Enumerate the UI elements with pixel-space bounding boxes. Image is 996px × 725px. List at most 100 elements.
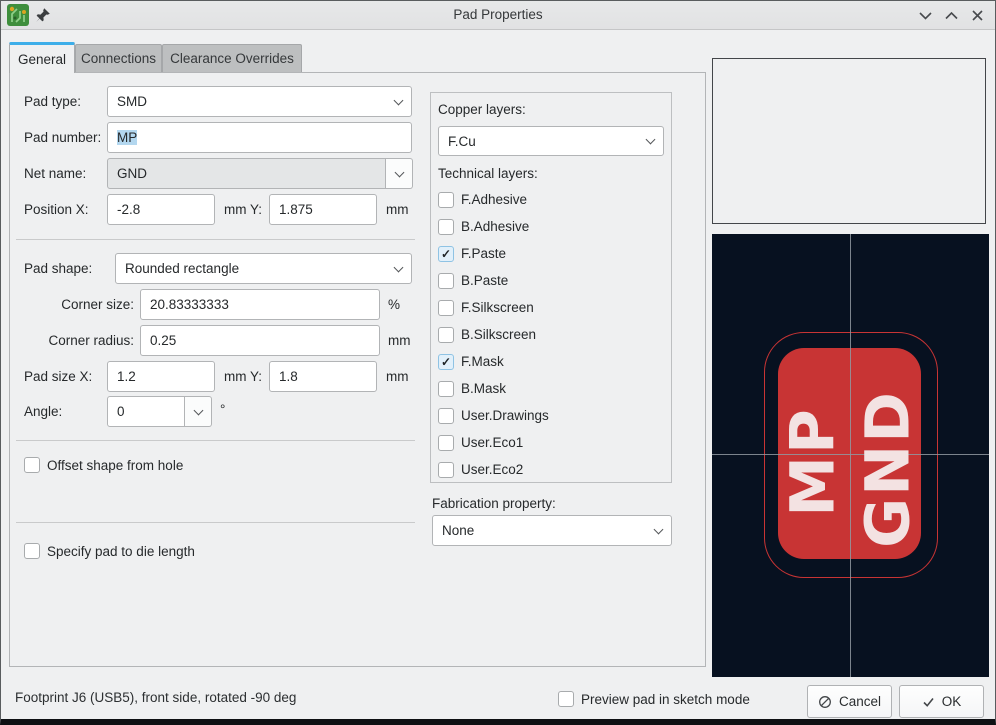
layer-label: F.Paste bbox=[461, 246, 506, 261]
angle-value[interactable]: 0 bbox=[107, 396, 185, 427]
net-name-combo[interactable]: GND bbox=[107, 158, 413, 189]
corner-radius-input[interactable]: 0.25 bbox=[140, 325, 380, 356]
chevron-down-icon bbox=[654, 524, 664, 534]
footprint-status-text: Footprint J6 (USB5), front side, rotated… bbox=[15, 690, 296, 705]
layer-label: User.Eco2 bbox=[461, 462, 523, 477]
position-y-input[interactable]: 1.875 bbox=[269, 194, 377, 225]
layer-checkbox-row[interactable]: B.Adhesive bbox=[438, 213, 668, 240]
pad-size-y-input[interactable]: 1.8 bbox=[269, 361, 377, 392]
ok-button[interactable]: OK bbox=[899, 685, 984, 718]
die-length-checkbox[interactable] bbox=[24, 543, 40, 559]
pad-shape-value: Rounded rectangle bbox=[125, 261, 395, 276]
layer-checkbox[interactable] bbox=[438, 273, 454, 289]
pad-size-y-unit: mm bbox=[386, 369, 409, 384]
layer-label: B.Mask bbox=[461, 381, 506, 396]
offset-shape-checkbox-row[interactable]: Offset shape from hole bbox=[24, 457, 183, 473]
angle-dropdown-button[interactable] bbox=[185, 396, 212, 427]
layer-checkbox-row[interactable]: B.Silkscreen bbox=[438, 321, 668, 348]
layer-checkbox-row[interactable]: B.Mask bbox=[438, 375, 668, 402]
titlebar[interactable]: Pad Properties bbox=[1, 1, 995, 30]
tab-connections[interactable]: Connections bbox=[75, 44, 162, 72]
corner-size-label: Corner size: bbox=[24, 297, 134, 312]
layer-checkbox[interactable] bbox=[438, 192, 454, 208]
layer-checkbox[interactable] bbox=[438, 408, 454, 424]
cancel-button[interactable]: Cancel bbox=[807, 685, 892, 718]
chevron-down-icon bbox=[394, 95, 404, 105]
layer-label: F.Mask bbox=[461, 354, 504, 369]
net-name-value[interactable]: GND bbox=[107, 158, 386, 189]
pad-shape-label: Pad shape: bbox=[24, 261, 92, 276]
layer-checkbox-row[interactable]: F.Paste bbox=[438, 240, 668, 267]
pad-preview-canvas[interactable]: MP GND bbox=[712, 234, 989, 677]
layer-label: F.Silkscreen bbox=[461, 300, 534, 315]
pad-shape-select[interactable]: Rounded rectangle bbox=[115, 253, 412, 284]
fabrication-property-label: Fabrication property: bbox=[432, 496, 556, 511]
position-x-input[interactable]: -2.8 bbox=[107, 194, 215, 225]
angle-unit: ° bbox=[220, 402, 225, 417]
layer-checkbox-row[interactable]: F.Silkscreen bbox=[438, 294, 668, 321]
pad-type-label: Pad type: bbox=[24, 94, 81, 109]
ok-check-icon bbox=[922, 696, 935, 708]
close-icon[interactable] bbox=[970, 8, 985, 23]
corner-radius-unit: mm bbox=[388, 333, 411, 348]
copper-layers-value: F.Cu bbox=[448, 134, 647, 149]
layer-checkbox[interactable] bbox=[438, 327, 454, 343]
shade-icon[interactable] bbox=[918, 8, 933, 23]
pad-size-x-value: 1.2 bbox=[117, 369, 205, 384]
tab-general[interactable]: General bbox=[9, 42, 75, 73]
separator bbox=[16, 522, 415, 523]
pad-size-x-input[interactable]: 1.2 bbox=[107, 361, 215, 392]
sketch-mode-checkbox-row[interactable]: Preview pad in sketch mode bbox=[558, 691, 750, 707]
layer-checkbox[interactable] bbox=[438, 462, 454, 478]
layer-checkbox-row[interactable]: F.Adhesive bbox=[438, 186, 668, 213]
chevron-down-icon bbox=[193, 405, 203, 415]
offset-shape-label: Offset shape from hole bbox=[47, 458, 183, 473]
layer-label: B.Silkscreen bbox=[461, 327, 536, 342]
cancel-circle-slash-icon bbox=[818, 695, 832, 709]
layer-checkbox-row[interactable]: User.Eco2 bbox=[438, 456, 668, 483]
crosshair-horizontal-line bbox=[712, 454, 989, 455]
sketch-mode-label: Preview pad in sketch mode bbox=[581, 692, 750, 707]
position-x-value: -2.8 bbox=[117, 202, 205, 217]
ok-button-label: OK bbox=[942, 694, 962, 709]
layer-checkbox-row[interactable]: F.Mask bbox=[438, 348, 668, 375]
layer-checkbox[interactable] bbox=[438, 354, 454, 370]
layer-checkbox[interactable] bbox=[438, 219, 454, 235]
crosshair-vertical-line bbox=[850, 234, 851, 677]
layer-checkbox[interactable] bbox=[438, 381, 454, 397]
layer-label: B.Adhesive bbox=[461, 219, 529, 234]
chevron-down-icon bbox=[394, 262, 404, 272]
pad-number-input[interactable]: MP bbox=[107, 122, 412, 153]
layer-checkbox-row[interactable]: B.Paste bbox=[438, 267, 668, 294]
general-tab-panel: Pad type: SMD Pad number: MP Net name: G… bbox=[9, 72, 706, 667]
tab-connections-label: Connections bbox=[81, 51, 156, 66]
corner-size-unit: % bbox=[388, 297, 400, 312]
layer-checkbox-row[interactable]: User.Drawings bbox=[438, 402, 668, 429]
offset-shape-checkbox[interactable] bbox=[24, 457, 40, 473]
die-length-checkbox-row[interactable]: Specify pad to die length bbox=[24, 543, 195, 559]
pad-type-select[interactable]: SMD bbox=[107, 86, 412, 117]
corner-size-input[interactable]: 20.83333333 bbox=[140, 289, 380, 320]
separator bbox=[16, 440, 415, 441]
die-length-label: Specify pad to die length bbox=[47, 544, 195, 559]
pad-properties-dialog: Pad Properties General Connections Clear… bbox=[0, 0, 996, 725]
pad-size-y-label: Y: bbox=[250, 369, 262, 384]
window-title: Pad Properties bbox=[1, 7, 995, 22]
copper-layers-select[interactable]: F.Cu bbox=[438, 126, 664, 156]
technical-layers-label: Technical layers: bbox=[438, 166, 538, 181]
layer-checkbox[interactable] bbox=[438, 300, 454, 316]
tab-clearance-overrides[interactable]: Clearance Overrides bbox=[162, 44, 302, 72]
maximize-icon[interactable] bbox=[944, 8, 959, 23]
sketch-mode-checkbox[interactable] bbox=[558, 691, 574, 707]
pad-info-preview-box bbox=[712, 58, 986, 224]
position-y-unit: mm bbox=[386, 202, 409, 217]
chevron-down-icon bbox=[646, 135, 656, 145]
layer-checkbox[interactable] bbox=[438, 435, 454, 451]
net-name-dropdown-button[interactable] bbox=[386, 158, 413, 189]
layer-label: User.Eco1 bbox=[461, 435, 523, 450]
layer-checkbox-row[interactable]: User.Eco1 bbox=[438, 429, 668, 456]
layer-checkbox[interactable] bbox=[438, 246, 454, 262]
angle-combo[interactable]: 0 bbox=[107, 396, 212, 427]
pad-size-x-label: Pad size X: bbox=[24, 369, 92, 384]
fabrication-property-select[interactable]: None bbox=[432, 515, 672, 546]
